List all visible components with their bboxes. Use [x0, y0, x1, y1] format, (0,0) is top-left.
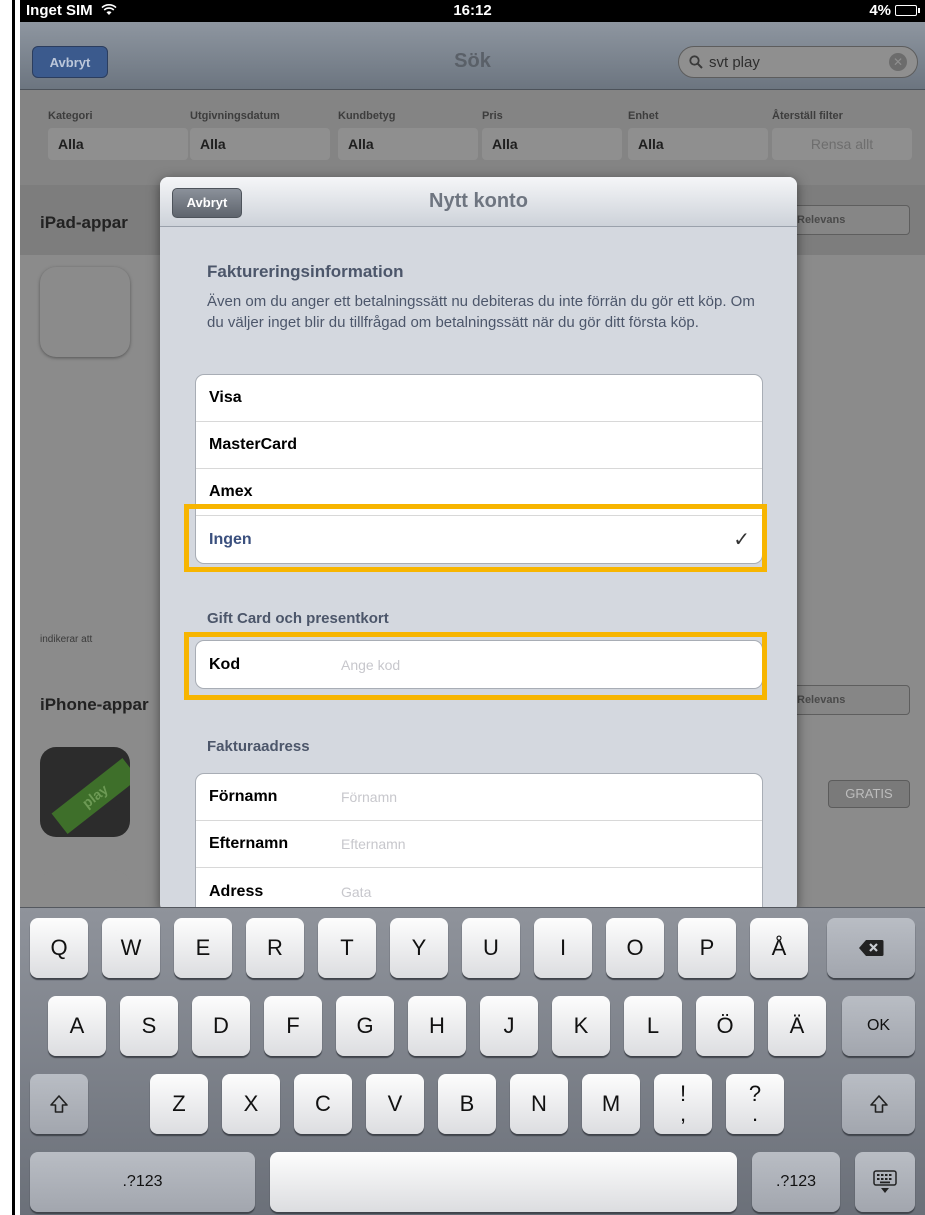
first-name-field[interactable]: Förnamn Förnamn — [196, 774, 762, 821]
payment-option-mastercard[interactable]: MasterCard — [196, 422, 762, 469]
key-m[interactable]: M — [582, 1074, 640, 1134]
status-bar: Inget SIM 16:12 4% — [20, 0, 925, 22]
backspace-key[interactable] — [827, 918, 915, 978]
key-c[interactable]: C — [294, 1074, 352, 1134]
key-f[interactable]: F — [264, 996, 322, 1056]
shift-icon — [50, 1095, 68, 1113]
search-value: svt play — [709, 53, 760, 71]
battery-status: 4% — [869, 2, 920, 19]
app-icon[interactable] — [40, 267, 130, 357]
billing-address-title: Fakturaadress — [207, 738, 310, 755]
address-group: Förnamn Förnamn Efternamn Efternamn Adress… — [195, 773, 763, 912]
key-z[interactable]: Z — [150, 1074, 208, 1134]
left-border — [12, 0, 15, 1215]
key-ae[interactable]: Ä — [768, 996, 826, 1056]
key-j[interactable]: J — [480, 996, 538, 1056]
key-p[interactable]: P — [678, 918, 736, 978]
key-l[interactable]: L — [624, 996, 682, 1056]
gift-card-title: Gift Card och presentkort — [207, 610, 389, 627]
backspace-icon — [859, 940, 884, 956]
space-key[interactable] — [270, 1152, 737, 1212]
filter-device[interactable]: Enhet Alla — [628, 110, 768, 160]
highlight-payment-none — [184, 504, 767, 572]
filter-rating[interactable]: Kundbetyg Alla — [338, 110, 478, 160]
filter-price[interactable]: Pris Alla — [482, 110, 622, 160]
key-y[interactable]: Y — [390, 918, 448, 978]
hide-keyboard-key[interactable] — [855, 1152, 915, 1212]
key-oe[interactable]: Ö — [696, 996, 754, 1056]
shift-key-left[interactable] — [30, 1074, 88, 1134]
filter-release-date[interactable]: Utgivningsdatum Alla — [190, 110, 330, 160]
keyboard-hide-icon — [873, 1170, 897, 1193]
key-n[interactable]: N — [510, 1074, 568, 1134]
key-a[interactable]: A — [48, 996, 106, 1056]
store-nav-bar: Avbryt Sök svt play ✕ — [20, 22, 925, 90]
search-field[interactable]: svt play ✕ — [678, 46, 918, 78]
key-t[interactable]: T — [318, 918, 376, 978]
key-g[interactable]: G — [336, 996, 394, 1056]
key-e[interactable]: E — [174, 918, 232, 978]
numbers-key-left[interactable]: .?123 — [30, 1152, 255, 1212]
billing-title: Faktureringsinformation — [207, 262, 404, 281]
search-icon — [689, 55, 703, 69]
key-u[interactable]: U — [462, 918, 520, 978]
filter-category[interactable]: Kategori Alla — [48, 110, 188, 160]
key-aa[interactable]: Å — [750, 918, 808, 978]
battery-icon — [895, 5, 920, 16]
key-i[interactable]: I — [534, 918, 592, 978]
clock: 16:12 — [453, 2, 492, 19]
key-exclamation-comma[interactable]: !, — [654, 1074, 712, 1134]
key-k[interactable]: K — [552, 996, 610, 1056]
key-h[interactable]: H — [408, 996, 466, 1056]
relevance-sort[interactable]: Relevans — [790, 205, 910, 235]
keyboard: Q W E R T Y U I O P Å A S D F G H J K L … — [20, 907, 925, 1215]
key-x[interactable]: X — [222, 1074, 280, 1134]
note-text: indikerar att — [40, 634, 93, 645]
key-v[interactable]: V — [366, 1074, 424, 1134]
ok-key[interactable]: OK — [842, 996, 915, 1056]
address-field[interactable]: Adress Gata — [196, 868, 762, 912]
relevance-sort-2[interactable]: Relevans — [790, 685, 910, 715]
price-button[interactable]: GRATIS — [828, 780, 910, 808]
key-d[interactable]: D — [192, 996, 250, 1056]
filter-bar: Kategori Alla Utgivningsdatum Alla Kundbet… — [20, 90, 925, 185]
ipad-screen: Inget SIM 16:12 4% Avbryt Sök svt play ✕… — [20, 0, 925, 1215]
dialog-nav-bar: Avbryt Nytt konto — [160, 177, 797, 227]
shift-icon — [869, 1095, 888, 1113]
numbers-key-right[interactable]: .?123 — [752, 1152, 840, 1212]
key-r[interactable]: R — [246, 918, 304, 978]
highlight-gift-code — [184, 632, 767, 700]
key-s[interactable]: S — [120, 996, 178, 1056]
key-w[interactable]: W — [102, 918, 160, 978]
billing-description: Även om du anger ett betalningssätt nu d… — [207, 293, 755, 331]
dialog-title: Nytt konto — [429, 190, 528, 212]
clear-icon[interactable]: ✕ — [889, 53, 907, 71]
key-q[interactable]: Q — [30, 918, 88, 978]
key-question-period[interactable]: ?. — [726, 1074, 784, 1134]
key-b[interactable]: B — [438, 1074, 496, 1134]
filter-reset[interactable]: Återställ filter Rensa allt — [772, 110, 912, 160]
shift-key-right[interactable] — [842, 1074, 915, 1134]
key-o[interactable]: O — [606, 918, 664, 978]
last-name-field[interactable]: Efternamn Efternamn — [196, 821, 762, 868]
svt-play-app-icon[interactable]: play — [40, 747, 130, 837]
payment-option-visa[interactable]: Visa — [196, 375, 762, 422]
